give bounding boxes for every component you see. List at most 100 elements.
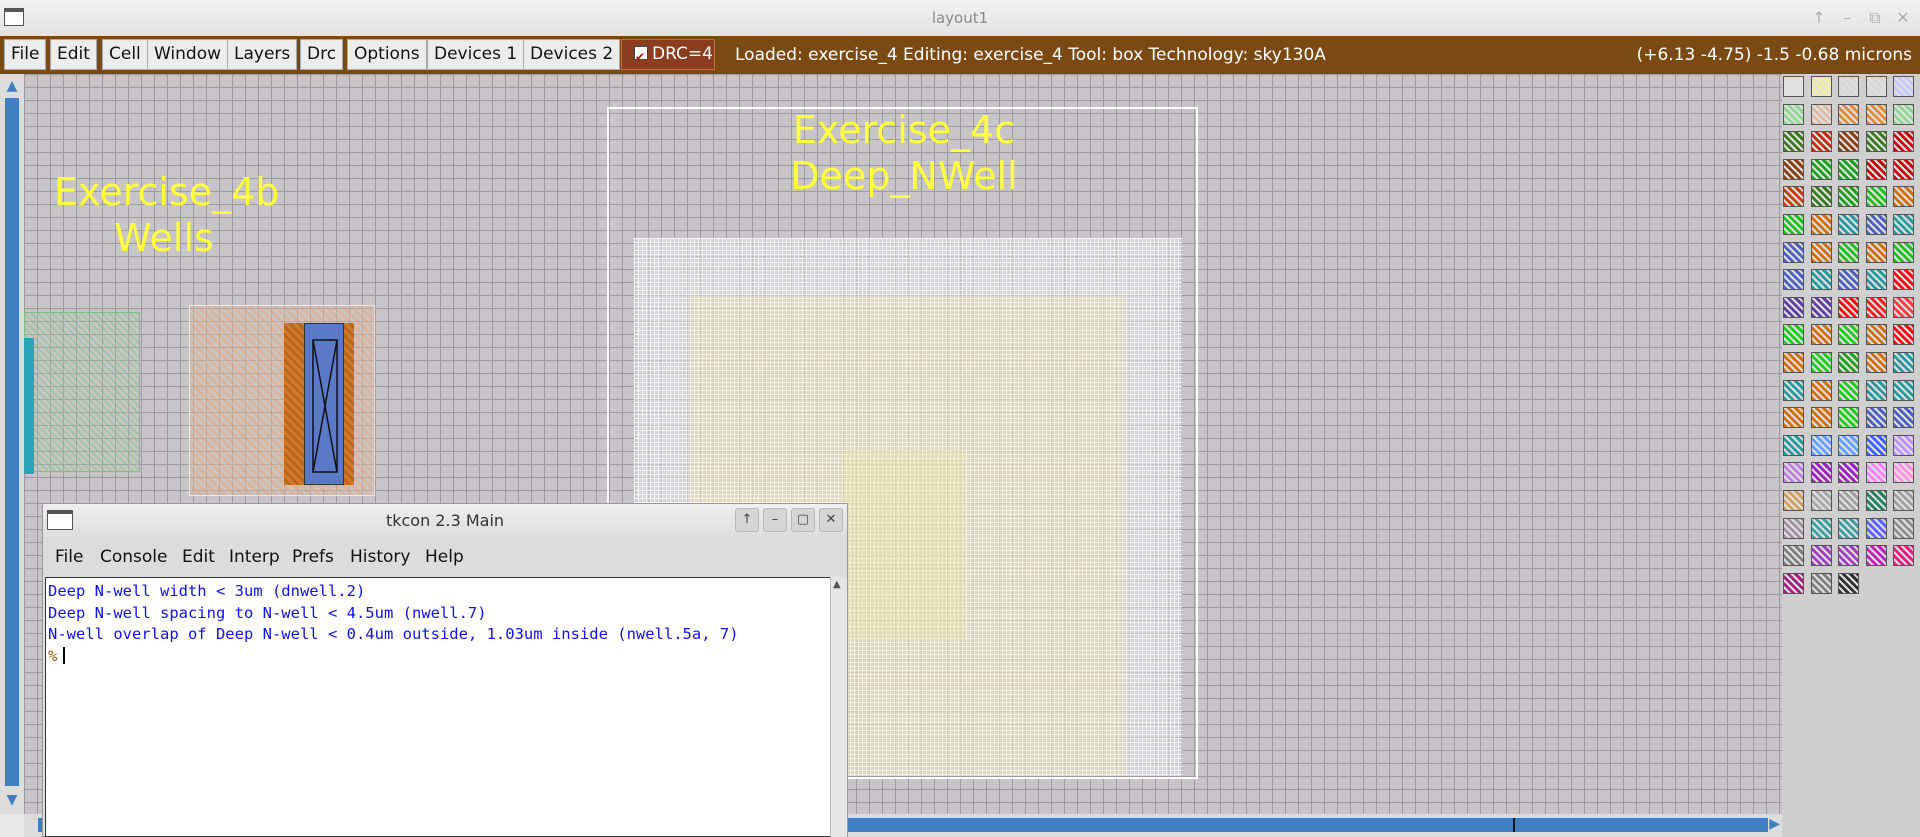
layer-swatch[interactable] <box>1810 379 1832 401</box>
layer-swatch[interactable] <box>1783 462 1804 484</box>
raise-icon[interactable]: ↑ <box>1810 8 1828 28</box>
layer-swatch[interactable] <box>1865 214 1887 235</box>
menu-drc[interactable]: Drc <box>300 39 344 70</box>
layer-swatch[interactable] <box>1838 490 1859 511</box>
tkcon-scroll-up-icon[interactable]: ▲ <box>833 579 841 590</box>
nwell-core-shape[interactable] <box>842 450 966 640</box>
tkcon-console[interactable]: Deep N-well width < 3um (dnwell.2) Deep … <box>45 577 831 837</box>
nwell-shape-left[interactable] <box>24 312 140 472</box>
layer-swatch[interactable] <box>1838 517 1859 539</box>
layer-swatch[interactable] <box>1783 103 1804 125</box>
tkcon-menu-file[interactable]: File <box>55 547 83 567</box>
scroll-right-icon[interactable]: ▶ <box>1769 816 1780 832</box>
contact-shape[interactable] <box>304 323 344 485</box>
layer-swatch[interactable] <box>1893 269 1914 291</box>
layer-swatch[interactable] <box>1838 434 1859 456</box>
drc-toggle[interactable]: DRC=4 <box>621 39 715 72</box>
tkcon-maximize-icon[interactable]: ▢ <box>791 508 815 532</box>
layer-swatch[interactable] <box>1865 517 1887 539</box>
layer-swatch[interactable] <box>1865 379 1887 401</box>
layer-swatch[interactable] <box>1893 434 1914 456</box>
tkcon-titlebar[interactable]: tkcon 2.3 Main ↑ – ▢ ✕ <box>43 504 847 536</box>
maximize-icon[interactable]: ⧉ <box>1866 8 1884 28</box>
layer-swatch[interactable] <box>1783 214 1804 235</box>
layer-swatch[interactable] <box>1838 214 1859 235</box>
layer-swatch[interactable] <box>1810 407 1832 429</box>
layer-swatch[interactable] <box>1893 214 1914 235</box>
drc-checkbox-icon[interactable] <box>634 43 648 72</box>
layer-swatch[interactable] <box>1783 131 1804 153</box>
layer-swatch[interactable] <box>1810 214 1832 235</box>
layer-swatch[interactable] <box>1893 158 1914 180</box>
layer-swatch[interactable] <box>1838 269 1859 291</box>
layer-swatch[interactable] <box>1810 490 1832 511</box>
layer-swatch[interactable] <box>1893 76 1914 97</box>
menu-cell[interactable]: Cell <box>102 39 148 70</box>
layer-swatch[interactable] <box>1865 269 1887 291</box>
layer-swatch[interactable] <box>1865 434 1887 456</box>
layer-swatch[interactable] <box>1865 296 1887 318</box>
console-input-line[interactable]: % <box>48 646 828 668</box>
layer-swatch[interactable] <box>1893 490 1914 511</box>
scroll-up-icon[interactable]: ▲ <box>4 78 20 94</box>
scroll-down-icon[interactable]: ▼ <box>4 792 20 808</box>
layer-swatch[interactable] <box>1783 186 1804 208</box>
layer-swatch[interactable] <box>1810 545 1832 567</box>
layer-swatch[interactable] <box>1783 572 1804 594</box>
layer-swatch[interactable] <box>1893 131 1914 153</box>
layer-swatch[interactable] <box>1810 241 1832 263</box>
tkcon-menu-history[interactable]: History <box>350 547 410 567</box>
layer-swatch[interactable] <box>1865 545 1887 567</box>
vertical-scroll-thumb[interactable] <box>5 98 19 786</box>
layer-swatch[interactable] <box>1838 324 1859 346</box>
layer-swatch[interactable] <box>1810 572 1832 594</box>
menu-devices-2[interactable]: Devices 2 <box>523 39 621 70</box>
layer-swatch[interactable] <box>1783 324 1804 346</box>
layer-swatch[interactable] <box>1810 186 1832 208</box>
tkcon-raise-icon[interactable]: ↑ <box>735 508 759 532</box>
layer-swatch[interactable] <box>1783 490 1804 511</box>
menu-devices-1[interactable]: Devices 1 <box>427 39 525 70</box>
layer-swatch[interactable] <box>1783 158 1804 180</box>
layer-swatch[interactable] <box>1783 407 1804 429</box>
layer-swatch[interactable] <box>1865 76 1887 97</box>
layer-swatch[interactable] <box>1865 158 1887 180</box>
layer-swatch[interactable] <box>1810 76 1832 97</box>
layer-swatch[interactable] <box>1783 241 1804 263</box>
layer-swatch[interactable] <box>1783 545 1804 567</box>
layer-swatch[interactable] <box>1810 269 1832 291</box>
layer-swatch[interactable] <box>1838 407 1859 429</box>
layer-swatch[interactable] <box>1810 434 1832 456</box>
layer-swatch[interactable] <box>1783 269 1804 291</box>
layer-swatch[interactable] <box>1893 352 1914 373</box>
layer-swatch[interactable] <box>1838 186 1859 208</box>
layer-swatch[interactable] <box>1810 158 1832 180</box>
layer-swatch[interactable] <box>1838 545 1859 567</box>
tkcon-menu-edit[interactable]: Edit <box>182 547 215 567</box>
layer-swatch[interactable] <box>1865 241 1887 263</box>
layer-swatch[interactable] <box>1838 352 1859 373</box>
layer-swatch[interactable] <box>1810 517 1832 539</box>
minimize-icon[interactable]: – <box>1838 8 1856 28</box>
layer-swatch[interactable] <box>1893 407 1914 429</box>
layer-swatch[interactable] <box>1893 545 1914 567</box>
layer-swatch[interactable] <box>1810 352 1832 373</box>
menu-file[interactable]: File <box>4 39 47 70</box>
menu-edit[interactable]: Edit <box>50 39 97 70</box>
layer-swatch[interactable] <box>1838 131 1859 153</box>
layer-swatch[interactable] <box>1865 103 1887 125</box>
tkcon-minimize-icon[interactable]: – <box>763 508 787 532</box>
menu-window[interactable]: Window <box>147 39 229 70</box>
layer-swatch[interactable] <box>1838 103 1859 125</box>
tkcon-menu-prefs[interactable]: Prefs <box>292 547 334 567</box>
layer-swatch[interactable] <box>1783 434 1804 456</box>
layer-swatch[interactable] <box>1893 324 1914 346</box>
layer-swatch[interactable] <box>1838 462 1859 484</box>
layer-swatch[interactable] <box>1893 517 1914 539</box>
layer-swatch[interactable] <box>1783 379 1804 401</box>
layer-swatch[interactable] <box>1838 572 1859 594</box>
layer-swatch[interactable] <box>1810 296 1832 318</box>
layer-swatch[interactable] <box>1783 517 1804 539</box>
layer-swatch[interactable] <box>1865 131 1887 153</box>
layer-swatch[interactable] <box>1810 103 1832 125</box>
